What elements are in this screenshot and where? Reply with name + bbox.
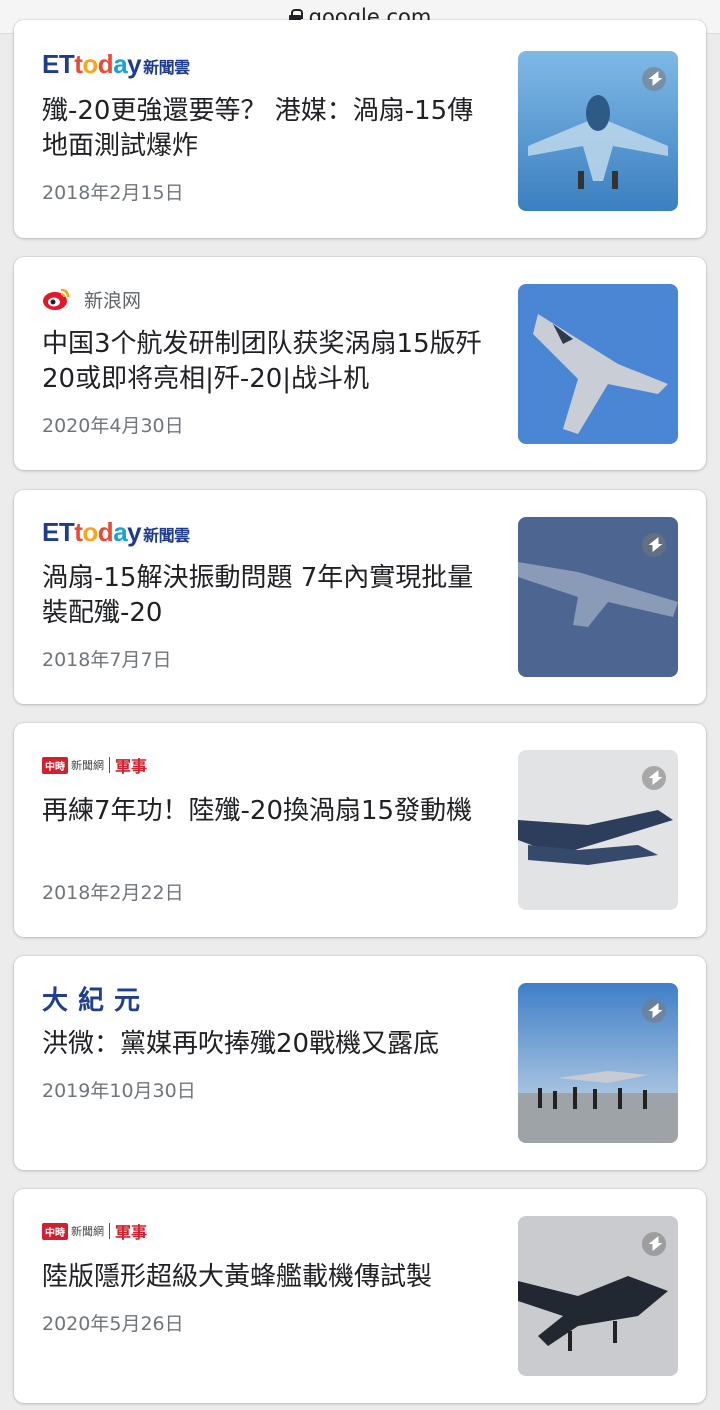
article-title[interactable]: 殲-20更強還要等？ 港媒：渦扇-15傳地面測試爆炸 — [42, 94, 482, 164]
article-date: 2018年2月22日 — [42, 882, 184, 904]
amp-lightning-icon — [642, 67, 666, 91]
article-date: 2020年4月30日 — [42, 415, 184, 437]
article-title[interactable]: 洪微：黨媒再吹捧殲20戰機又露底 — [42, 1027, 482, 1062]
amp-lightning-icon — [642, 1232, 666, 1256]
article-title[interactable]: 再練7年功！陸殲-20換渦扇15發動機 — [42, 794, 482, 829]
amp-lightning-icon — [642, 999, 666, 1023]
source-logo-chinatimes: 中時 新聞網 軍事 — [42, 1215, 147, 1247]
article-title[interactable]: 陸版隱形超級大黃蜂艦載機傳試製 — [42, 1260, 482, 1295]
news-card[interactable]: 新浪网 中国3个航发研制团队获奖涡扇15版歼20或即将亮相|歼-20|战斗机 2… — [14, 257, 706, 470]
article-thumbnail[interactable] — [518, 1216, 678, 1376]
source-logo-epoch: 大紀元 — [42, 985, 151, 1016]
article-date: 2018年7月7日 — [42, 649, 172, 671]
source-logo-chinatimes: 中時 新聞網 軍事 — [42, 749, 147, 781]
news-card[interactable]: 中時 新聞網 軍事 陸版隱形超級大黃蜂艦載機傳試製 2020年5月26日 — [14, 1189, 706, 1403]
article-title[interactable]: 中国3个航发研制团队获奖涡扇15版歼20或即将亮相|歼-20|战斗机 — [42, 327, 482, 397]
amp-lightning-icon — [642, 533, 666, 557]
news-card[interactable]: ETtoday 新聞雲 殲-20更強還要等？ 港媒：渦扇-15傳地面測試爆炸 20… — [14, 20, 706, 238]
article-thumbnail[interactable] — [518, 51, 678, 211]
source-logo-ettoday: ETtoday 新聞雲 — [42, 516, 190, 547]
source-logo-sina: 新浪网 — [42, 283, 141, 315]
news-card[interactable]: 中時 新聞網 軍事 再練7年功！陸殲-20換渦扇15發動機 2018年2月22日 — [14, 723, 706, 937]
article-title[interactable]: 渦扇-15解決振動問題 7年內實現批量裝配殲-20 — [42, 561, 482, 631]
sina-weibo-icon — [42, 287, 70, 311]
amp-lightning-icon — [642, 766, 666, 790]
news-card[interactable]: 大紀元 洪微：黨媒再吹捧殲20戰機又露底 2019年10月30日 — [14, 956, 706, 1170]
article-date: 2018年2月15日 — [42, 182, 184, 204]
news-card[interactable]: ETtoday 新聞雲 渦扇-15解決振動問題 7年內實現批量裝配殲-20 201… — [14, 490, 706, 704]
article-date: 2020年5月26日 — [42, 1313, 184, 1335]
article-thumbnail[interactable] — [518, 517, 678, 677]
article-thumbnail[interactable] — [518, 983, 678, 1143]
article-date: 2019年10月30日 — [42, 1080, 196, 1102]
article-thumbnail[interactable] — [518, 750, 678, 910]
source-logo-ettoday: ETtoday 新聞雲 — [42, 48, 190, 79]
article-thumbnail[interactable] — [518, 284, 678, 444]
